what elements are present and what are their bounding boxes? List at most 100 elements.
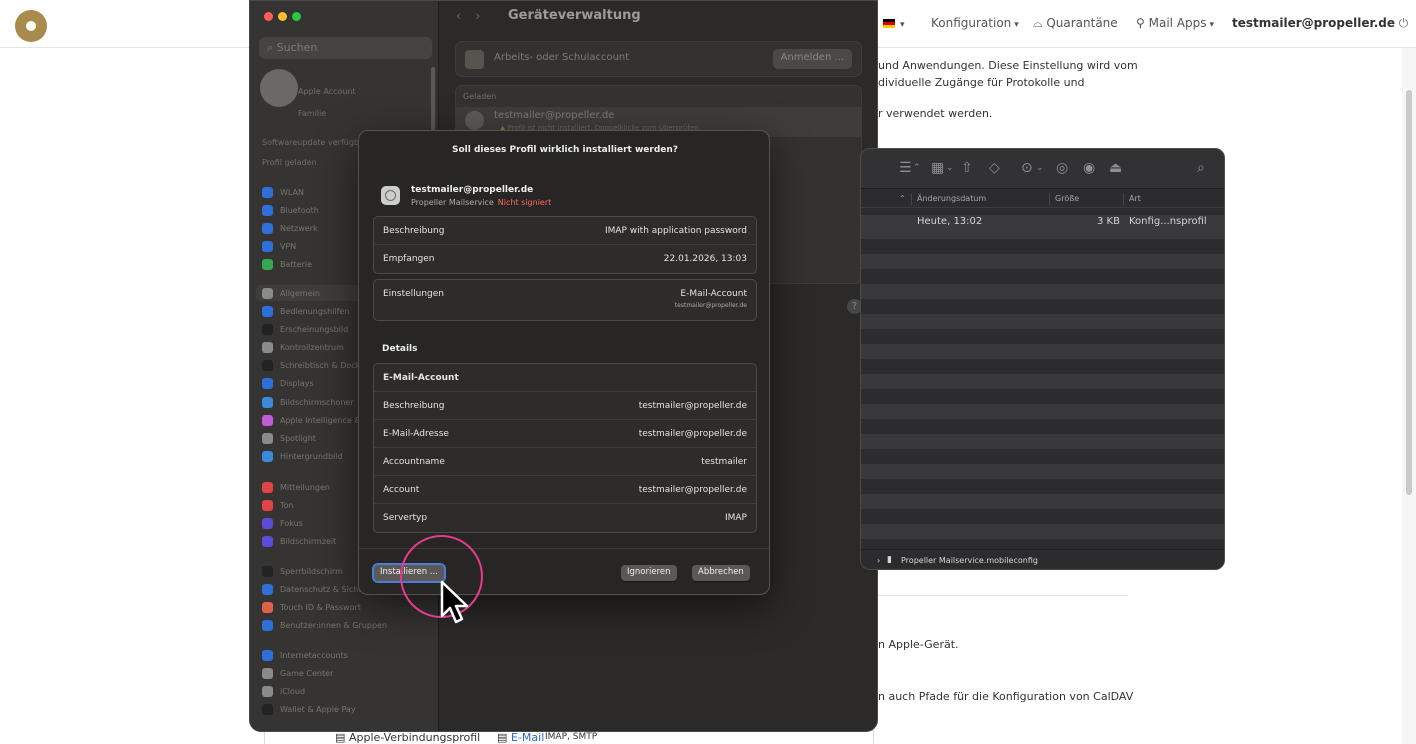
scroll-thumb[interactable] <box>1406 90 1412 495</box>
sidebar-item-label: Game Center <box>280 668 334 678</box>
sidebar-item[interactable]: Touch ID & Passwort <box>262 599 432 615</box>
details-value: testmailer@propeller.de <box>638 485 747 495</box>
details-row: Accountname testmailer <box>374 448 756 476</box>
profile-loaded-note[interactable]: Profil geladen <box>262 158 317 167</box>
user-icon[interactable]: ◉ <box>1083 160 1095 176</box>
document-icon: ▮ <box>887 555 892 565</box>
sidebar-item-label: Netzwerk <box>280 223 318 233</box>
sidebar-item-icon <box>262 359 273 371</box>
sidebar-item-icon <box>262 450 273 462</box>
close-window-button[interactable] <box>264 12 273 21</box>
ignore-button[interactable]: Ignorieren <box>621 565 677 581</box>
sidebar-item[interactable]: Game Center <box>262 665 432 681</box>
airdrop-icon[interactable]: ◎ <box>1056 160 1068 176</box>
grid-view-icon[interactable]: ▦ <box>931 160 944 176</box>
not-signed-label: Nicht signiert <box>497 198 552 207</box>
settings-subvalue: testmailer@propeller.de <box>674 302 747 309</box>
avatar[interactable] <box>260 69 298 107</box>
sidebar-item-label: iCloud <box>280 686 306 696</box>
search-icon[interactable]: ⌕ <box>1197 160 1205 176</box>
sign-in-button[interactable]: Anmelden ... <box>772 49 852 69</box>
details-key: Beschreibung <box>383 401 445 411</box>
sidebar-item[interactable]: Benutzer:innen & Gruppen <box>262 617 432 633</box>
more-icon[interactable]: ⊙ <box>1021 160 1033 176</box>
list-view-icon[interactable]: ☰ <box>899 160 912 176</box>
link-email[interactable]: E-Mail <box>511 731 544 744</box>
nav-mail-apps[interactable]: ⚲ Mail Apps ▾ <box>1136 16 1214 30</box>
sidebar-item[interactable]: Wallet & Apple Pay <box>262 701 432 717</box>
web-text-line: und Anwendungen. Diese Einstellung wird … <box>878 59 1138 72</box>
sidebar-scrollbar[interactable] <box>431 67 435 137</box>
sidebar-item-label: Ton <box>280 500 294 510</box>
sidebar-item-icon <box>262 667 273 679</box>
sidebar-item-icon <box>262 258 273 270</box>
eject-icon[interactable]: ⏏ <box>1109 160 1122 176</box>
sidebar-item-icon <box>262 535 273 547</box>
sidebar-item-icon <box>262 619 273 631</box>
finder-file-list <box>861 209 1224 549</box>
sidebar-item-label: Touch ID & Passwort <box>280 602 361 612</box>
file-modified: Heute, 13:02 <box>917 216 983 227</box>
link-apple-profile[interactable]: Apple-Verbindungsprofil <box>349 731 480 744</box>
finder-column-header: ⌃ Änderungsdatum Größe Art <box>861 190 1224 208</box>
share-icon[interactable]: ⇧ <box>961 160 973 176</box>
search-icon: ⌕ <box>267 41 277 54</box>
sidebar-item-icon <box>262 222 273 234</box>
power-icon: ⏻ <box>1394 16 1409 30</box>
tag-icon[interactable]: ◇ <box>989 160 1000 176</box>
inbox-icon: ⌓ <box>1033 16 1047 30</box>
nav-quarantaene-label: Quarantäne <box>1046 16 1118 30</box>
sidebar-search-input[interactable]: ⌕ Suchen <box>259 37 432 59</box>
site-logo[interactable] <box>15 10 47 42</box>
table-row[interactable]: Heute, 13:02 3 KB Konfig...nsprofil <box>861 215 1224 230</box>
info-key: Beschreibung <box>383 226 445 236</box>
sidebar-item[interactable]: iCloud <box>262 683 432 699</box>
path-file[interactable]: Propeller Mailservice.mobileconfig <box>901 556 1038 565</box>
column-size[interactable]: Größe <box>1055 194 1079 203</box>
chevron-updown-icon: ⌃ <box>913 163 921 173</box>
software-update-note[interactable]: Softwareupdate verfügbar <box>262 138 367 147</box>
column-kind[interactable]: Art <box>1129 194 1141 203</box>
settings-value: E-Mail-Account <box>680 289 747 299</box>
user-email: testmailer@propeller.de <box>1232 16 1395 30</box>
column-modified[interactable]: Änderungsdatum <box>917 194 986 203</box>
zoom-window-button[interactable] <box>292 12 301 21</box>
chevron-down-icon[interactable]: ▾ <box>897 16 905 30</box>
sidebar-item-label: VPN <box>280 241 297 251</box>
info-row: Beschreibung IMAP with application passw… <box>374 217 756 245</box>
details-heading: Details <box>382 344 418 354</box>
page-scrollbar[interactable] <box>1402 48 1416 744</box>
install-profile-dialog: Soll dieses Profil wirklich installiert … <box>358 130 770 595</box>
document-icon: ▤ <box>335 731 346 744</box>
sidebar-item-icon <box>262 305 273 317</box>
minimize-window-button[interactable] <box>278 12 287 21</box>
chevron-right-icon: › <box>877 556 881 565</box>
nav-user[interactable]: testmailer@propeller.de ⏻ <box>1232 16 1408 31</box>
sidebar-item-icon <box>262 499 273 511</box>
profile-name: testmailer@propeller.de <box>411 185 534 195</box>
file-size: 3 KB <box>1097 216 1120 227</box>
info-value: 22.01.2026, 13:03 <box>663 254 747 264</box>
chevron-down-icon: ⌄ <box>1036 163 1044 173</box>
details-row: E-Mail-Adresse testmailer@propeller.de <box>374 420 756 448</box>
family-label[interactable]: Familie <box>298 109 326 118</box>
settings-key: Einstellungen <box>383 289 445 299</box>
german-flag-icon[interactable] <box>883 19 895 28</box>
back-forward-icons[interactable]: ‹› <box>456 9 494 24</box>
sidebar-item-label: Benutzer:innen & Gruppen <box>280 620 388 630</box>
details-key: Account <box>383 485 420 495</box>
details-key: Servertyp <box>383 513 428 523</box>
nav-konfiguration[interactable]: Konfiguration ▾ <box>931 16 1019 30</box>
settings-header: ‹› Geräteverwaltung <box>440 1 877 35</box>
sidebar-item[interactable]: Internetaccounts <box>262 647 432 663</box>
web-text-line: r verwendet werden. <box>878 107 993 120</box>
apple-account-label[interactable]: Apple Account <box>298 87 356 96</box>
sidebar-item-label: Spotlight <box>280 433 316 443</box>
chevron-down-icon: ▾ <box>1209 20 1215 30</box>
sidebar-item-label: Hintergrundbild <box>280 451 343 461</box>
cancel-button[interactable]: Abbrechen <box>692 565 750 581</box>
sidebar-item-icon <box>262 517 273 529</box>
sidebar-item-label: Kontrollzentrum <box>280 342 344 352</box>
nav-quarantaene[interactable]: ⌓ Quarantäne <box>1033 16 1118 31</box>
dialog-title: Soll dieses Profil wirklich installiert … <box>451 145 678 155</box>
